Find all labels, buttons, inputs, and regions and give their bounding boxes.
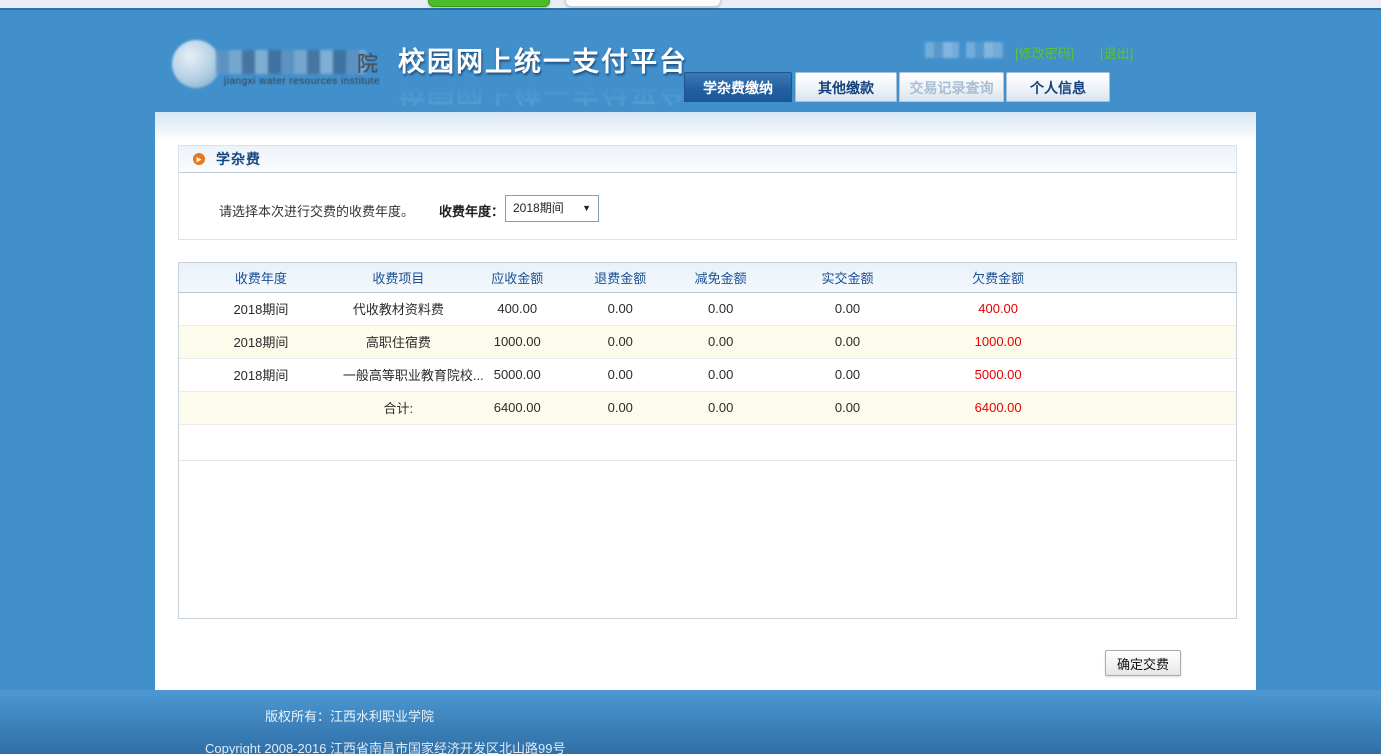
- total-row: 合计: 6400.00 0.00 0.00 0.00 6400.00: [179, 391, 1236, 425]
- fee-year-select[interactable]: 2018期间 ▼: [505, 195, 599, 222]
- instruction-text: 请选择本次进行交费的收费年度。: [219, 204, 415, 219]
- fee-section: ▸ 学杂费 请选择本次进行交费的收费年度。 收费年度： 2018期间 ▼: [178, 145, 1237, 240]
- content-panel: ▸ 学杂费 请选择本次进行交费的收费年度。 收费年度： 2018期间 ▼ 收费年…: [155, 112, 1256, 690]
- col-header-refund: 退费金额: [580, 263, 660, 293]
- school-logo: 院 jiangxi water resources institute: [172, 38, 384, 96]
- table-header-row: 收费年度 收费项目 应收金额 退费金额 减免金额 实交金额 欠费金额: [179, 263, 1236, 293]
- header-divider-bar: [0, 102, 1381, 112]
- browser-white-button-fragment[interactable]: [565, 0, 721, 7]
- tab-tuition-payment[interactable]: 学杂费缴纳: [684, 72, 792, 102]
- table-row: 2018期间 代收教材资料费 400.00 0.00 0.00 0.00 400…: [179, 292, 1236, 326]
- copyright-owner-line: 版权所有：江西水利职业学院: [265, 709, 435, 724]
- tab-other-payment[interactable]: 其他缴款: [795, 72, 897, 102]
- fee-year-selected-value: 2018期间: [513, 201, 564, 215]
- chevron-down-icon: ▼: [582, 203, 591, 213]
- fee-year-label: 收费年度：: [439, 204, 505, 219]
- confirm-payment-button[interactable]: 确定交费: [1105, 650, 1181, 676]
- col-header-reduction: 减免金额: [659, 263, 782, 293]
- col-header-paid: 实交金额: [781, 263, 914, 293]
- col-header-fee-year: 收费年度: [179, 263, 343, 293]
- logout-link[interactable]: [退出]: [1100, 43, 1133, 62]
- payment-platform-page: 院 jiangxi water resources institute 校园网上…: [0, 0, 1381, 754]
- fee-section-header: ▸ 学杂费: [179, 146, 1236, 173]
- user-name-masked: [966, 42, 1004, 58]
- table-row: 2018期间 一般高等职业教育院校... 5000.00 0.00 0.00 0…: [179, 358, 1236, 392]
- col-header-fee-item: 收费项目: [342, 263, 454, 293]
- logo-subtext: jiangxi water resources institute: [224, 76, 381, 87]
- copyright-address-line: Copyright 2008-2016 江西省南昌市国家经济开发区北山路99号: [205, 741, 566, 754]
- tab-transaction-history[interactable]: 交易记录查询: [899, 72, 1004, 102]
- browser-strip: [0, 0, 1381, 8]
- orange-arrow-bullet-icon: ▸: [193, 153, 205, 165]
- col-header-owed: 欠费金额: [913, 263, 1083, 293]
- tab-personal-info[interactable]: 个人信息: [1006, 72, 1110, 102]
- fee-table: 收费年度 收费项目 应收金额 退费金额 减免金额 实交金额 欠费金额 2018期…: [178, 262, 1237, 619]
- logo-blurred-name: [216, 50, 366, 74]
- empty-row: [179, 424, 1236, 461]
- browser-green-button-fragment[interactable]: [428, 0, 550, 7]
- footer: 版权所有：江西水利职业学院 Copyright 2008-2016 江西省南昌市…: [0, 690, 1381, 754]
- logo-emblem-icon: [172, 40, 220, 88]
- top-divider-line: [0, 8, 1381, 10]
- table-row: 2018期间 高职住宿费 1000.00 0.00 0.00 0.00 1000…: [179, 325, 1236, 359]
- user-name-masked: [925, 42, 959, 58]
- section-title: 学杂费: [216, 151, 261, 167]
- logo-visible-char: 院: [357, 53, 378, 76]
- change-password-link[interactable]: [修改密码]: [1015, 43, 1074, 62]
- col-header-receivable: 应收金额: [453, 263, 581, 293]
- panel-top-tint: [155, 112, 1256, 142]
